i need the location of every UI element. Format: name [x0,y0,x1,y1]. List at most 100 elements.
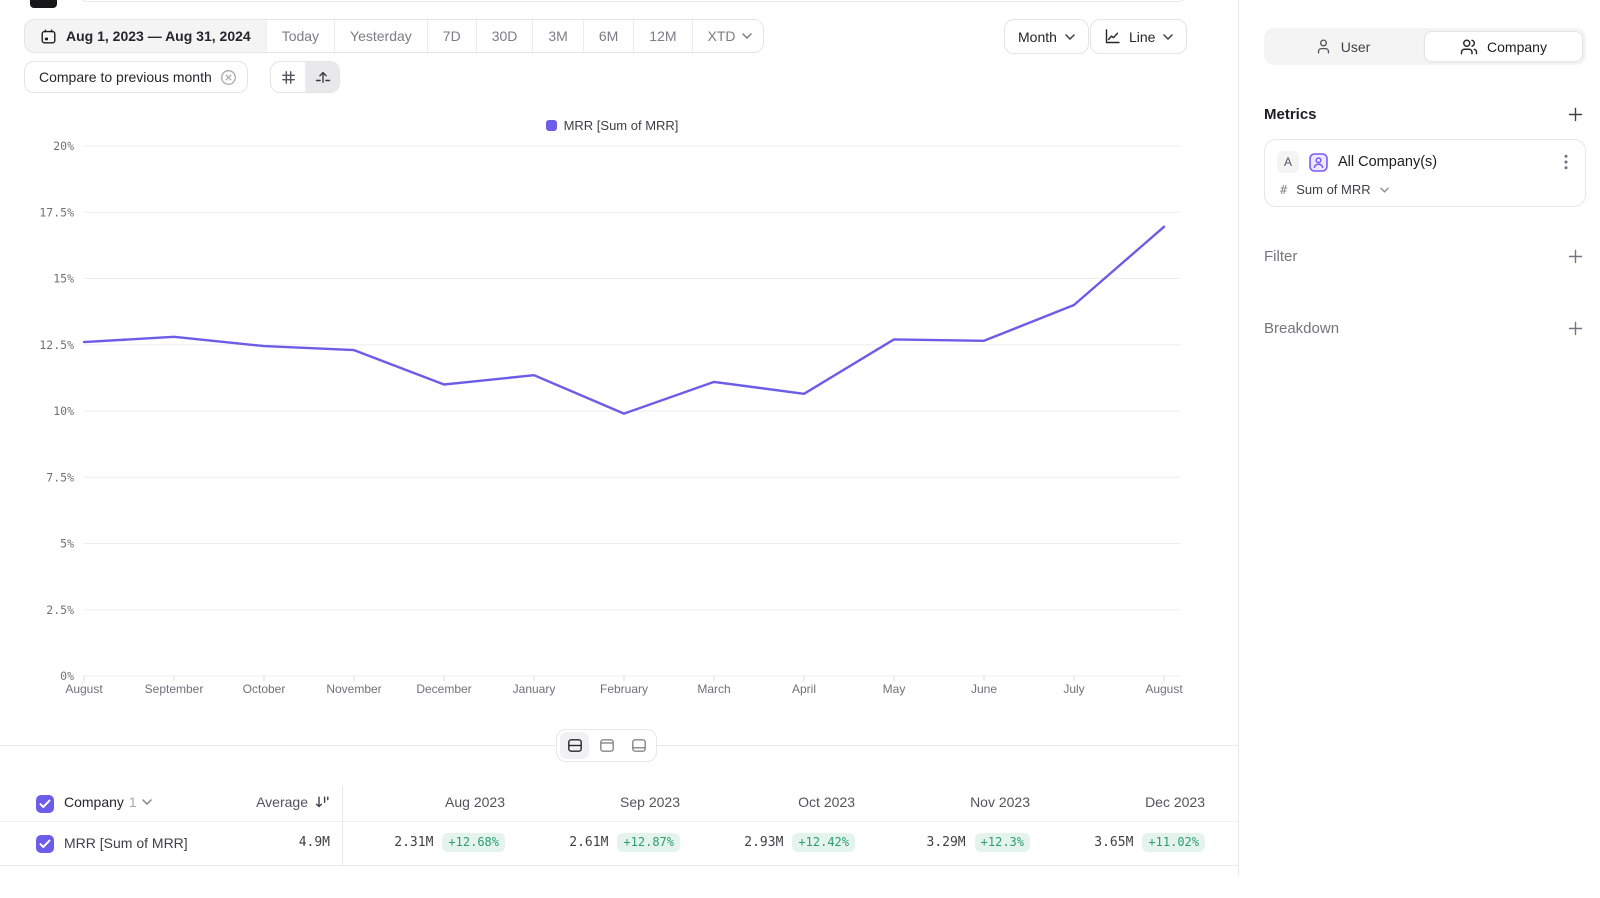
arrow-up-from-line-icon [315,69,331,85]
kebab-icon [1564,154,1568,170]
y-axis-tick-label: 15% [53,272,74,286]
split-view-button[interactable] [560,732,589,759]
x-axis-month-label: August [65,682,103,696]
add-metric-button[interactable] [1564,103,1586,125]
metrics-section-header: Metrics [1264,103,1586,125]
range-button-6m[interactable]: 6M [583,20,633,52]
metric-card[interactable]: A All Company(s) # Sum of MRR [1264,139,1586,207]
month-column-header[interactable]: Aug 2023 [325,794,505,810]
plus-icon [1568,321,1583,336]
x-axis-month-label: December [416,682,471,696]
y-axis-tick-label: 12.5% [39,338,74,352]
row-checkbox[interactable] [36,835,54,853]
average-label: Average [256,794,308,810]
analytics-app: Aug 1, 2023 — Aug 31, 2024 TodayYesterda… [0,0,1600,898]
chart-type-label: Line [1129,29,1155,45]
month-column-header[interactable]: Dec 2023 [1025,794,1205,810]
metric-card-title-row: A All Company(s) [1277,151,1437,173]
check-icon [39,799,51,809]
range-button-3m[interactable]: 3M [532,20,582,52]
add-filter-button[interactable] [1564,245,1586,267]
cell-value: 3.65M [1094,835,1133,850]
chevron-down-icon [1065,34,1075,40]
metric-field-dropdown[interactable]: # Sum of MRR [1280,182,1389,197]
range-button-12m[interactable]: 12M [633,20,691,52]
users-icon [1460,38,1478,56]
month-column-header[interactable]: Sep 2023 [500,794,680,810]
chart-legend: MRR [Sum of MRR] [0,118,1224,133]
metric-entity-name: All Company(s) [1338,154,1437,170]
top-cropped-element [30,0,57,8]
date-range-group: Aug 1, 2023 — Aug 31, 2024 TodayYesterda… [24,19,764,53]
metric-menu-button[interactable] [1555,151,1577,173]
date-range-button[interactable]: Aug 1, 2023 — Aug 31, 2024 [25,20,266,52]
split-view-icon [567,738,583,753]
y-axis-tick-label: 2.5% [46,603,74,617]
breakdown-section-header: Breakdown [1264,317,1586,339]
table-view-icon [631,738,647,753]
table-column-divider [342,786,343,866]
month-value-cell: 2.61M+12.87% [480,833,680,852]
x-axis-month-label: March [697,682,730,696]
month-column-header[interactable]: Oct 2023 [675,794,855,810]
close-circle-icon[interactable] [220,69,237,86]
x-axis-month-label: September [145,682,204,696]
metric-field-label: Sum of MRR [1296,182,1370,197]
chevron-down-icon [1380,187,1389,193]
grid-toggle-button[interactable] [271,62,305,92]
date-range-label: Aug 1, 2023 — Aug 31, 2024 [66,28,251,44]
y-axis-tick-label: 20% [53,140,74,153]
cell-value: 3.29M [927,835,966,850]
metric-table-row: MRR [Sum of MRR] 4.9M 2.31M+12.68%2.61M+… [0,822,1238,866]
month-value-cell: 2.93M+12.42% [655,833,855,852]
tab-user-label: User [1341,39,1371,55]
table-view-button[interactable] [624,732,653,759]
granularity-dropdown[interactable]: Month [1004,19,1089,54]
y-axis-tick-label: 5% [60,537,74,551]
cell-value: 2.31M [394,835,433,850]
table-header-row: Company 1 Average Aug 2023Sep 2023Oct 20… [0,786,1238,822]
tab-user[interactable]: User [1264,28,1421,65]
y-axis-tick-label: 7.5% [46,470,74,484]
tab-company[interactable]: Company [1424,31,1583,62]
metric-index-badge: A [1277,151,1299,173]
range-button-30d[interactable]: 30D [476,20,533,52]
layout-toggle-group [556,729,657,762]
month-value-cell: 3.29M+12.3% [830,833,1030,852]
x-axis-month-label: October [243,682,286,696]
month-value-cell: 3.65M+11.02% [1005,833,1205,852]
range-button-today[interactable]: Today [266,20,334,52]
xtd-dropdown-button[interactable]: XTD [692,20,763,52]
company-id-badge-icon [1308,152,1329,173]
filter-section-header: Filter [1264,245,1586,267]
x-axis-month-label: August [1145,682,1183,696]
entity-count: 1 [129,794,137,810]
mrr-series-line [84,227,1164,414]
x-axis-month-label: February [600,682,648,696]
granularity-label: Month [1018,29,1057,45]
check-icon [39,839,51,849]
tab-company-label: Company [1487,39,1547,55]
compare-chip[interactable]: Compare to previous month [24,61,248,93]
mrr-line-chart: 0%2.5%5%7.5%10%12.5%15%17.5%20%AugustSep… [0,140,1224,706]
compare-chip-label: Compare to previous month [39,69,212,85]
plus-icon [1568,107,1583,122]
x-axis-month-label: November [326,682,381,696]
top-cropped-panel-edge [80,0,1186,2]
x-axis-month-label: May [883,682,906,696]
cell-value: 2.93M [744,835,783,850]
month-column-header[interactable]: Nov 2023 [850,794,1030,810]
chart-option-toggles [270,61,340,93]
number-type-icon: # [1280,183,1287,197]
events-toggle-button[interactable] [305,62,339,92]
entity-label: Company [64,794,124,810]
chart-view-button[interactable] [592,732,621,759]
add-breakdown-button[interactable] [1564,317,1586,339]
range-button-7d[interactable]: 7D [427,20,476,52]
chart-type-dropdown[interactable]: Line [1090,19,1187,54]
average-column-header[interactable]: Average [256,794,330,810]
calendar-icon [40,28,57,45]
entity-dropdown[interactable]: Company 1 [64,794,152,810]
range-button-yesterday[interactable]: Yesterday [334,20,427,52]
select-all-checkbox[interactable] [36,795,54,813]
